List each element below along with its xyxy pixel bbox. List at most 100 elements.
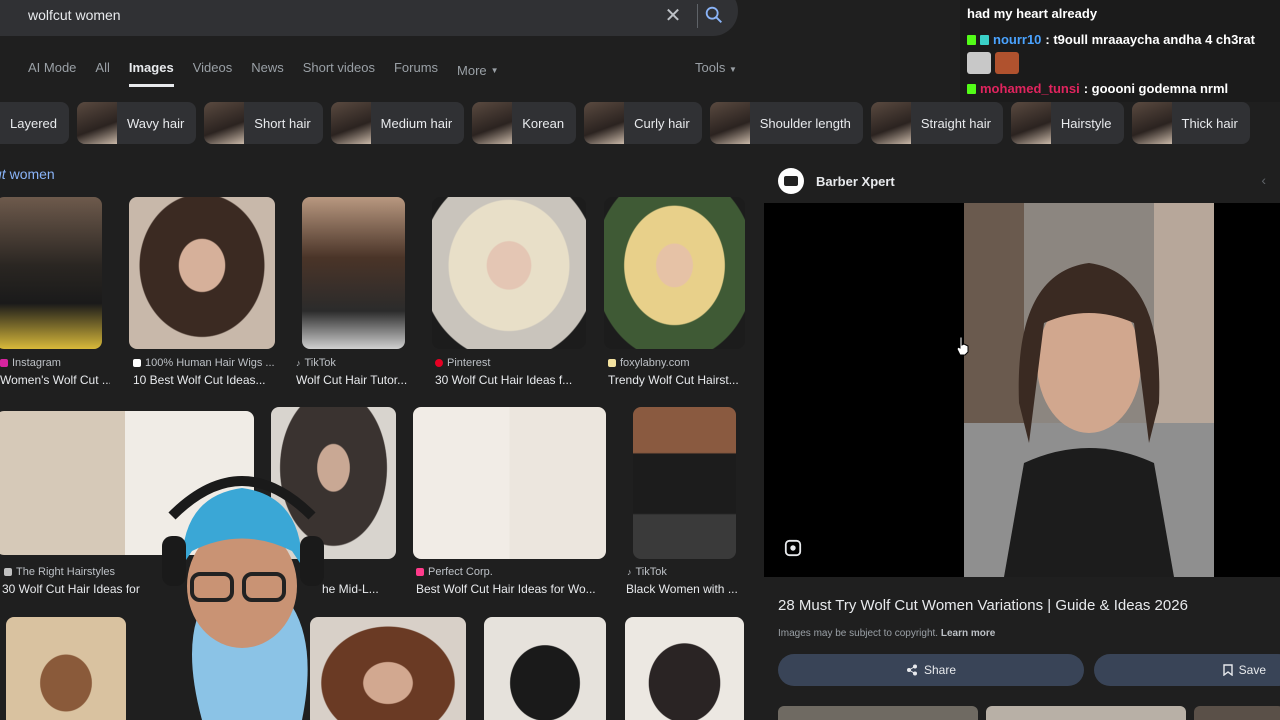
chat-message-text: : goooni godemna nrml [1083, 81, 1229, 96]
tab-more[interactable]: More ▼ [457, 60, 499, 80]
result-caption[interactable]: Wolf Cut Hair Tutor... [296, 373, 416, 387]
result-image[interactable] [302, 197, 405, 349]
chip-korean[interactable]: Korean [472, 102, 577, 144]
chip-layered[interactable]: Layered [0, 102, 69, 144]
chip-label: Curly hair [634, 115, 690, 131]
face-emote-icon [995, 52, 1019, 74]
preview-panel: Barber Xpert ‹ 28 Must Try Wolf Cut Wome… [764, 160, 1280, 720]
tab-forums[interactable]: Forums [394, 60, 438, 80]
chat-message: mohamed_tunsi : goooni godemna nrml [967, 81, 1228, 96]
chip-thick-hair[interactable]: Thick hair [1131, 102, 1250, 144]
result-caption[interactable]: Trendy Wolf Cut Hairst... [608, 373, 748, 387]
close-icon[interactable]: ✕ [660, 3, 686, 29]
chat-username[interactable]: nourr10 [993, 32, 1041, 47]
section-title[interactable]: ut women [0, 166, 55, 182]
chat-emotes [967, 52, 1019, 74]
chip-thumbnail [472, 102, 513, 144]
result-source: Pinterest [435, 357, 490, 369]
share-button[interactable]: Share [778, 654, 1084, 686]
tools-label: Tools [695, 60, 726, 75]
preview-title[interactable]: 28 Must Try Wolf Cut Women Variations | … [778, 597, 1188, 614]
result-caption[interactable]: 10 Best Wolf Cut Ideas... [133, 373, 283, 387]
result-image[interactable] [129, 197, 275, 349]
filter-chips: Layered Wavy hair Short hair Medium hair… [0, 102, 1250, 144]
result-image[interactable] [432, 197, 586, 349]
chat-message: nourr10 : t9oull mraaaycha andha 4 ch3ra… [967, 32, 1255, 47]
page: wolfcut women ✕ AI Mode All Images Video… [0, 0, 1280, 720]
copyright-notice: Images may be subject to copyright. Lear… [778, 628, 995, 639]
result-caption[interactable]: Best Wolf Cut Hair Ideas for Wo... [416, 582, 606, 596]
tab-ai-mode[interactable]: AI Mode [28, 60, 76, 80]
related-image[interactable] [986, 706, 1186, 720]
result-source-name: foxylabny.com [620, 357, 690, 369]
result-source: The Right Hairstyles [4, 566, 115, 578]
result-source: ♪ TikTok [627, 566, 667, 578]
chat-username[interactable]: mohamed_tunsi [980, 81, 1080, 96]
chip-label: Short hair [254, 115, 311, 131]
chip-shoulder-length[interactable]: Shoulder length [709, 102, 863, 144]
chevron-left-icon[interactable]: ‹ [1261, 172, 1266, 188]
result-caption[interactable]: Women's Wolf Cut ... [0, 373, 110, 387]
chat-message-text: had my heart already [967, 6, 1098, 21]
chip-medium-hair[interactable]: Medium hair [330, 102, 465, 144]
preview-source[interactable]: Barber Xpert [778, 168, 895, 194]
learn-more-link[interactable]: Learn more [941, 628, 995, 639]
chip-short-hair[interactable]: Short hair [204, 102, 323, 144]
result-source: Perfect Corp. [416, 566, 493, 578]
chip-straight-hair[interactable]: Straight hair [870, 102, 1003, 144]
pinterest-icon [435, 359, 443, 367]
result-source-name: Instagram [12, 357, 61, 369]
save-button[interactable]: Save [1094, 654, 1280, 686]
chip-curly-hair[interactable]: Curly hair [584, 102, 702, 144]
chip-label: Layered [10, 115, 57, 131]
search-input[interactable]: wolfcut women [28, 7, 121, 23]
result-caption[interactable]: 30 Wolf Cut Hair Ideas for [2, 582, 152, 596]
tab-images[interactable]: Images [128, 60, 174, 87]
site-favicon-icon [4, 568, 12, 576]
chip-thumbnail [584, 102, 625, 144]
chip-thumbnail [330, 102, 371, 144]
result-image[interactable] [625, 617, 744, 720]
tab-more-label: More [457, 62, 487, 78]
result-image[interactable] [484, 617, 606, 720]
result-source: foxylabny.com [608, 357, 690, 369]
site-favicon-icon [608, 359, 616, 367]
chip-wavy-hair[interactable]: Wavy hair [76, 102, 197, 144]
related-image[interactable] [1194, 706, 1280, 720]
tab-short-videos[interactable]: Short videos [303, 60, 375, 80]
subscriber-badge-icon [980, 34, 989, 45]
result-caption[interactable]: 30 Wolf Cut Hair Ideas f... [435, 373, 580, 387]
tab-all[interactable]: All [95, 60, 109, 80]
chip-thumbnail [204, 102, 245, 144]
search-bar[interactable]: wolfcut women ✕ [0, 0, 738, 36]
site-logo-icon [778, 168, 804, 194]
tab-news[interactable]: News [251, 60, 284, 80]
related-image[interactable] [778, 706, 978, 720]
search-icon[interactable] [703, 4, 725, 26]
chip-label: Medium hair [380, 115, 453, 131]
instagram-icon [0, 359, 8, 367]
result-caption[interactable]: Black Women with ... [626, 582, 746, 596]
tools-button[interactable]: Tools ▼ [695, 60, 737, 75]
result-image[interactable] [604, 197, 745, 349]
result-image[interactable] [0, 197, 102, 349]
chip-label: Straight hair [920, 115, 991, 131]
tab-videos[interactable]: Videos [193, 60, 233, 80]
result-source: Instagram [0, 357, 61, 369]
lens-icon[interactable] [784, 539, 802, 557]
chip-hairstyle[interactable]: Hairstyle [1010, 102, 1124, 144]
search-divider [697, 4, 698, 28]
result-source: ♪ TikTok [296, 357, 336, 369]
chip-thumbnail [870, 102, 911, 144]
site-favicon-icon [416, 568, 424, 576]
chip-thumbnail [1131, 102, 1172, 144]
preview-image[interactable] [964, 203, 1214, 577]
result-image[interactable] [633, 407, 736, 559]
chip-thumbnail [76, 102, 117, 144]
result-source-name: TikTok [635, 566, 667, 578]
chevron-down-icon: ▼ [728, 65, 737, 74]
result-image[interactable] [6, 617, 126, 720]
result-image[interactable] [413, 407, 606, 559]
site-favicon-icon [133, 359, 141, 367]
chip-thumbnail [1010, 102, 1051, 144]
